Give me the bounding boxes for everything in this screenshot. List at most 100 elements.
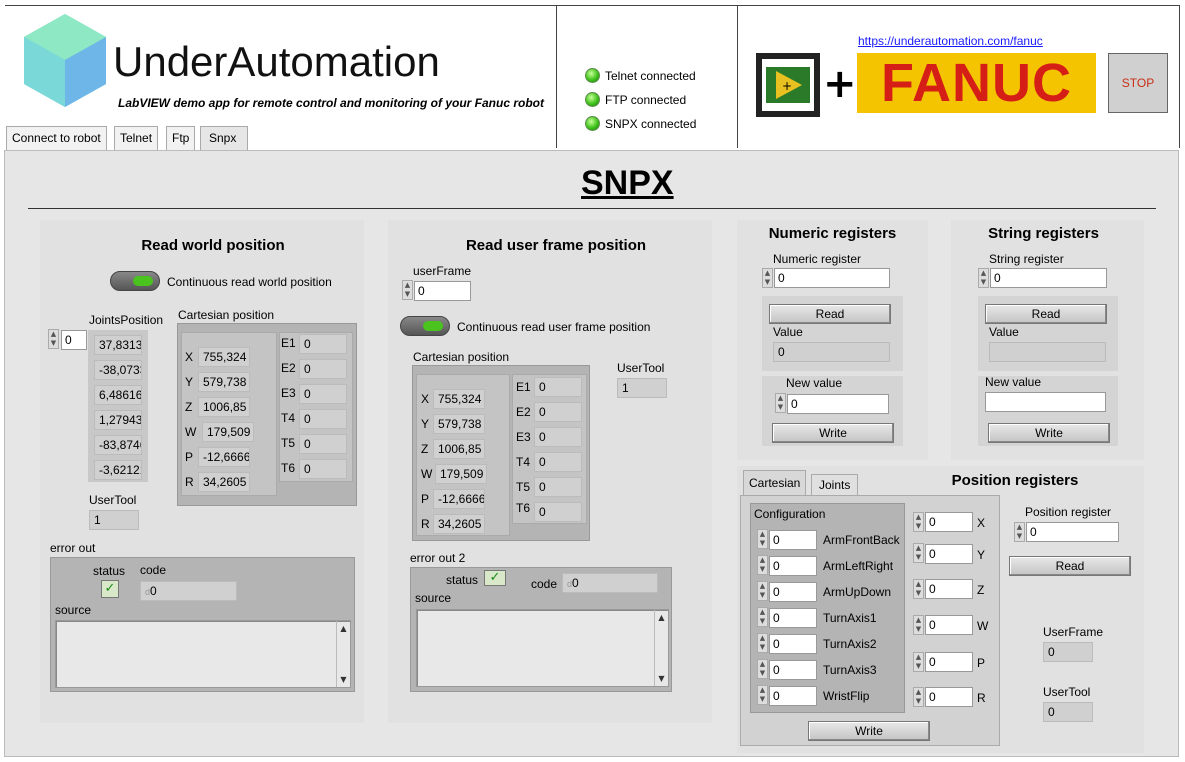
source-textbox[interactable]: ▲ ▼: [55, 620, 351, 688]
position-spinner-icon[interactable]: ▲ ▼: [1014, 522, 1025, 542]
user-cartesian-cluster: X 755,324 Y 579,738 Z 1006,85 W 179,509 …: [412, 365, 590, 541]
xyz-input[interactable]: 0: [925, 579, 973, 599]
xyz-spinner-icon[interactable]: ▲ ▼: [913, 687, 924, 707]
tab-telnet[interactable]: Telnet: [114, 126, 159, 150]
numeric-write-button[interactable]: Write: [772, 423, 894, 443]
config-input[interactable]: 0: [769, 582, 817, 602]
xyz-input[interactable]: 0: [925, 615, 973, 635]
user-toggle-label: Continuous read user frame position: [457, 320, 651, 334]
config-input[interactable]: 0: [769, 634, 817, 654]
string-spinner-icon[interactable]: ▲ ▼: [978, 268, 989, 288]
numeric-value: 0: [773, 342, 890, 362]
position-title: Position registers: [951, 472, 1079, 489]
stop-button[interactable]: STOP: [1108, 53, 1168, 113]
xyz-input[interactable]: 0: [925, 544, 973, 564]
ext-key: T6: [516, 501, 531, 515]
config-label: WristFlip: [823, 689, 870, 703]
string-title: String registers: [988, 225, 1099, 242]
tab-ftp[interactable]: Ftp: [166, 126, 196, 150]
numeric-title: Numeric registers: [768, 225, 897, 242]
ext-key: E2: [516, 405, 531, 419]
xyz-label: R: [977, 691, 986, 705]
position-usertool-label: UserTool: [1043, 685, 1091, 699]
config-spinner-icon[interactable]: ▲ ▼: [757, 659, 768, 679]
xyz-label: Z: [977, 583, 985, 597]
config-input[interactable]: 0: [769, 556, 817, 576]
cart-key: P: [421, 492, 430, 506]
user-error-label: error out 2: [410, 551, 466, 565]
numeric-read-button[interactable]: Read: [769, 304, 891, 324]
position-userframe-label: UserFrame: [1043, 625, 1104, 639]
joints-label: JointsPosition: [89, 313, 164, 327]
user-usertool-label: UserTool: [617, 361, 665, 375]
status-label: status: [446, 573, 479, 587]
joints-index-spinner-icon[interactable]: ▲ ▼: [48, 329, 59, 349]
config-input[interactable]: 0: [769, 530, 817, 550]
user-continuous-toggle[interactable]: [400, 316, 450, 336]
string-reg-label: String register: [989, 252, 1064, 266]
string-reg-input[interactable]: 0: [990, 268, 1107, 288]
config-label: TurnAxis3: [823, 663, 877, 677]
xyz-input[interactable]: 0: [925, 687, 973, 707]
code-value: d0: [140, 581, 237, 601]
ext-value: 0: [299, 384, 347, 404]
ext-key: E3: [281, 386, 296, 400]
config-input[interactable]: 0: [769, 660, 817, 680]
ext-key: E1: [516, 380, 531, 394]
ext-value: 0: [299, 409, 347, 429]
numeric-new-label: New value: [786, 376, 843, 390]
xyz-spinner-icon[interactable]: ▲ ▼: [913, 615, 924, 635]
tab-cartesian[interactable]: Cartesian: [743, 470, 807, 496]
tab-connect-to-robot[interactable]: Connect to robot: [6, 126, 107, 150]
string-write-button[interactable]: Write: [988, 423, 1110, 443]
ext-key: T4: [516, 455, 531, 469]
position-read-button[interactable]: Read: [1009, 556, 1131, 576]
numeric-spinner-icon[interactable]: ▲ ▼: [762, 268, 773, 288]
config-input[interactable]: 0: [769, 686, 817, 706]
tab-joints[interactable]: Joints: [811, 474, 859, 496]
ext-key: E2: [281, 361, 296, 375]
position-write-button[interactable]: Write: [808, 721, 930, 741]
string-read-button[interactable]: Read: [985, 304, 1107, 324]
joint-value: -83,8746: [94, 435, 142, 455]
website-link[interactable]: https://underautomation.com/fanuc: [858, 34, 1043, 48]
svg-text:+: +: [782, 79, 792, 93]
joint-value: 37,8313: [94, 335, 142, 355]
config-spinner-icon[interactable]: ▲ ▼: [757, 529, 768, 549]
config-spinner-icon[interactable]: ▲ ▼: [757, 633, 768, 653]
status-check-icon: ✓: [484, 570, 506, 586]
xyz-input[interactable]: 0: [925, 652, 973, 672]
config-spinner-icon[interactable]: ▲ ▼: [757, 555, 768, 575]
code-label: code: [531, 577, 558, 591]
cart-key: W: [421, 467, 433, 481]
config-input[interactable]: 0: [769, 608, 817, 628]
joints-index-input[interactable]: 0: [61, 330, 87, 350]
xyz-input[interactable]: 0: [925, 512, 973, 532]
world-continuous-toggle[interactable]: [110, 271, 160, 291]
world-usertool-value: 1: [89, 510, 139, 530]
snpx-led-icon: [585, 116, 600, 131]
xyz-spinner-icon[interactable]: ▲ ▼: [913, 652, 924, 672]
config-spinner-icon[interactable]: ▲ ▼: [757, 581, 768, 601]
divider: [1179, 5, 1180, 148]
userframe-spinner-icon[interactable]: ▲ ▼: [402, 280, 413, 300]
userframe-input[interactable]: 0: [414, 281, 471, 301]
config-spinner-icon[interactable]: ▲ ▼: [757, 607, 768, 627]
source-textbox[interactable]: ▲ ▼: [416, 609, 669, 687]
page-title: SNPX: [581, 164, 674, 202]
position-reg-input[interactable]: 0: [1026, 522, 1119, 542]
scrollbar[interactable]: ▲ ▼: [336, 621, 350, 687]
scrollbar[interactable]: ▲ ▼: [654, 610, 668, 686]
config-spinner-icon[interactable]: ▲ ▼: [757, 685, 768, 705]
ext-key: T6: [281, 461, 296, 475]
xyz-spinner-icon[interactable]: ▲ ▼: [913, 543, 924, 563]
string-new-input[interactable]: [985, 392, 1106, 412]
divider: [5, 5, 1180, 6]
xyz-spinner-icon[interactable]: ▲ ▼: [913, 512, 924, 532]
xyz-spinner-icon[interactable]: ▲ ▼: [913, 579, 924, 599]
config-label: ArmLeftRight: [823, 559, 894, 573]
numeric-new-spinner-icon[interactable]: ▲ ▼: [775, 393, 786, 413]
header: UnderAutomation LabVIEW demo app for rem…: [0, 0, 1185, 154]
numeric-new-input[interactable]: 0: [787, 394, 889, 414]
numeric-reg-input[interactable]: 0: [774, 268, 890, 288]
